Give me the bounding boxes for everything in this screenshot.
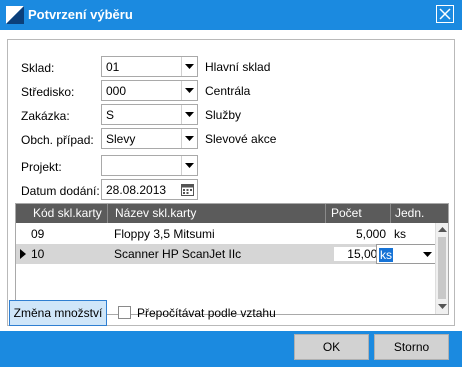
cell-kod: 10 [31, 247, 45, 261]
storno-button[interactable]: Storno [374, 334, 449, 360]
cell-pocet: 5,000 [355, 227, 386, 241]
items-grid[interactable]: Kód skl.karty Název skl.karty Počet Jedn… [15, 203, 449, 315]
chevron-down-icon [185, 88, 194, 93]
chevron-down-icon [185, 112, 194, 117]
jedn-editor[interactable]: ks [376, 244, 436, 264]
ok-button[interactable]: OK [294, 334, 369, 360]
sklad-value[interactable]: 01 [106, 60, 119, 74]
projekt-combo[interactable] [101, 155, 198, 176]
datum-value[interactable]: 28.08.2013 [106, 183, 166, 197]
projekt-label: Projekt: [21, 160, 62, 174]
projekt-dropdown-button[interactable] [181, 156, 197, 175]
grid-scrollbar[interactable] [435, 223, 448, 314]
cell-nazev: Scanner HP ScanJet IIc [114, 247, 242, 261]
close-icon [439, 8, 451, 20]
zakazka-value[interactable]: S [106, 108, 114, 122]
chevron-down-icon [185, 163, 194, 168]
footer-bar: OK Storno [0, 331, 462, 367]
form-panel: Sklad: 01 Hlavní sklad Středisko: 000 Ce… [7, 39, 455, 326]
zakazka-description: Služby [205, 108, 242, 122]
table-row-selected[interactable]: 10 Scanner HP ScanJet IIc 15,000 ks [16, 244, 436, 264]
cell-jedn: ks [394, 227, 406, 241]
stredisko-value[interactable]: 000 [106, 84, 126, 98]
obch-pripad-combo[interactable]: Slevy [101, 128, 198, 149]
scroll-up-icon[interactable] [438, 227, 447, 232]
stredisko-dropdown-button[interactable] [181, 81, 197, 100]
sklad-label: Sklad: [21, 61, 55, 75]
chevron-down-icon[interactable] [423, 252, 432, 257]
column-separator [107, 204, 108, 223]
chevron-down-icon [185, 64, 194, 69]
window-title: Potvrzení výběru [28, 7, 133, 22]
cell-nazev: Floppy 3,5 Mitsumi [114, 227, 215, 241]
cell-kod: 09 [31, 227, 45, 241]
zakazka-combo[interactable]: S [101, 104, 198, 125]
jedn-editor-value[interactable]: ks [379, 248, 393, 262]
column-header-nazev[interactable]: Název skl.karty [115, 206, 196, 220]
row-indicator-icon [20, 249, 26, 259]
zakazka-dropdown-button[interactable] [181, 105, 197, 124]
prepocitavat-label[interactable]: Přepočítávat podle vztahu [137, 306, 276, 320]
stredisko-label: Středisko: [21, 85, 75, 99]
column-separator [390, 204, 391, 223]
sklad-description: Hlavní sklad [205, 60, 271, 74]
zakazka-label: Zakázka: [21, 109, 70, 123]
calendar-icon[interactable] [181, 183, 194, 199]
obch-pripad-description: Slevové akce [205, 132, 277, 146]
close-button[interactable] [436, 5, 454, 23]
scroll-down-icon[interactable] [438, 304, 447, 309]
prepocitavat-checkbox[interactable] [118, 306, 131, 319]
sklad-dropdown-button[interactable] [181, 57, 197, 76]
grid-header: Kód skl.karty Název skl.karty Počet Jedn… [16, 204, 448, 223]
obch-pripad-label: Obch. případ: [21, 133, 94, 147]
column-header-kod[interactable]: Kód skl.karty [33, 206, 102, 220]
datum-label: Datum dodání: [21, 184, 100, 198]
column-header-pocet[interactable]: Počet [331, 206, 362, 220]
stredisko-description: Centrála [205, 84, 251, 98]
stredisko-combo[interactable]: 000 [101, 80, 198, 101]
column-separator [325, 204, 326, 223]
column-header-jedn[interactable]: Jedn. [395, 206, 424, 220]
chevron-down-icon [185, 136, 194, 141]
obch-pripad-dropdown-button[interactable] [181, 129, 197, 148]
app-logo-icon [6, 6, 24, 24]
sklad-combo[interactable]: 01 [101, 56, 198, 77]
dialog-body: Sklad: 01 Hlavní sklad Středisko: 000 Ce… [0, 30, 462, 367]
scroll-thumb[interactable] [438, 237, 446, 299]
zmena-mnozstvi-button[interactable]: Změna množství [9, 300, 107, 326]
table-row[interactable]: 09 Floppy 3,5 Mitsumi 5,000 ks [16, 224, 436, 244]
obch-pripad-value[interactable]: Slevy [106, 132, 135, 146]
title-bar: Potvrzení výběru [0, 0, 462, 30]
datum-field[interactable]: 28.08.2013 [101, 179, 198, 200]
